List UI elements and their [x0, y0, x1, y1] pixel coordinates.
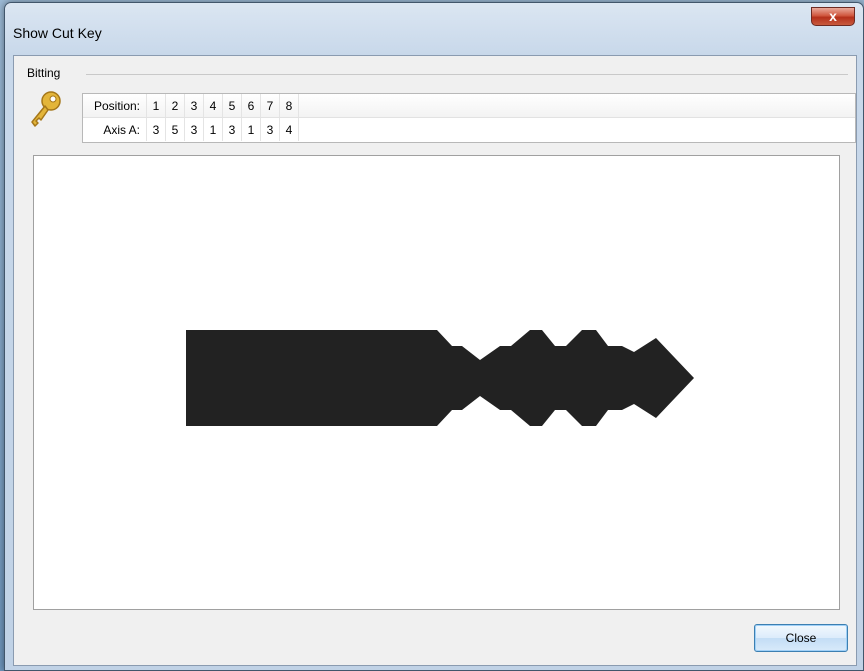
position-cell: 5 — [223, 94, 242, 117]
key-icon — [31, 91, 61, 127]
close-button[interactable]: Close — [754, 624, 848, 652]
title-bar[interactable]: Show Cut Key x — [5, 3, 863, 55]
dialog-client-area: Bitting Position: 1 2 3 4 5 6 7 8 Axis A… — [13, 55, 857, 666]
close-icon: x — [829, 8, 837, 24]
cut-key-drawing — [186, 330, 694, 426]
window-title: Show Cut Key — [13, 25, 102, 41]
show-cut-key-dialog: Show Cut Key x Bitting Position: 1 2 3 4… — [4, 2, 864, 671]
bitting-table: Position: 1 2 3 4 5 6 7 8 Axis A: 3 5 3 … — [82, 93, 856, 143]
position-cell: 7 — [261, 94, 280, 117]
axis-a-cell[interactable]: 3 — [261, 118, 280, 141]
groupbox-divider — [86, 74, 848, 75]
position-row: Position: 1 2 3 4 5 6 7 8 — [83, 94, 855, 118]
key-preview-canvas — [33, 155, 840, 610]
cut-key-shape — [186, 330, 694, 426]
axis-a-row: Axis A: 3 5 3 1 3 1 3 4 — [83, 118, 855, 141]
position-cell: 2 — [166, 94, 185, 117]
bitting-group-label: Bitting — [27, 66, 67, 80]
axis-a-cell[interactable]: 1 — [242, 118, 261, 141]
position-header: Position: — [83, 94, 147, 117]
position-cell: 8 — [280, 94, 299, 117]
window-close-button[interactable]: x — [811, 7, 855, 26]
position-cell: 6 — [242, 94, 261, 117]
position-cell: 3 — [185, 94, 204, 117]
axis-a-cell[interactable]: 4 — [280, 118, 299, 141]
axis-a-cell[interactable]: 3 — [147, 118, 166, 141]
axis-a-cell[interactable]: 3 — [223, 118, 242, 141]
axis-a-cell[interactable]: 3 — [185, 118, 204, 141]
axis-a-header: Axis A: — [83, 118, 147, 141]
position-cell: 4 — [204, 94, 223, 117]
axis-a-cell[interactable]: 1 — [204, 118, 223, 141]
axis-a-cell[interactable]: 5 — [166, 118, 185, 141]
position-cell: 1 — [147, 94, 166, 117]
